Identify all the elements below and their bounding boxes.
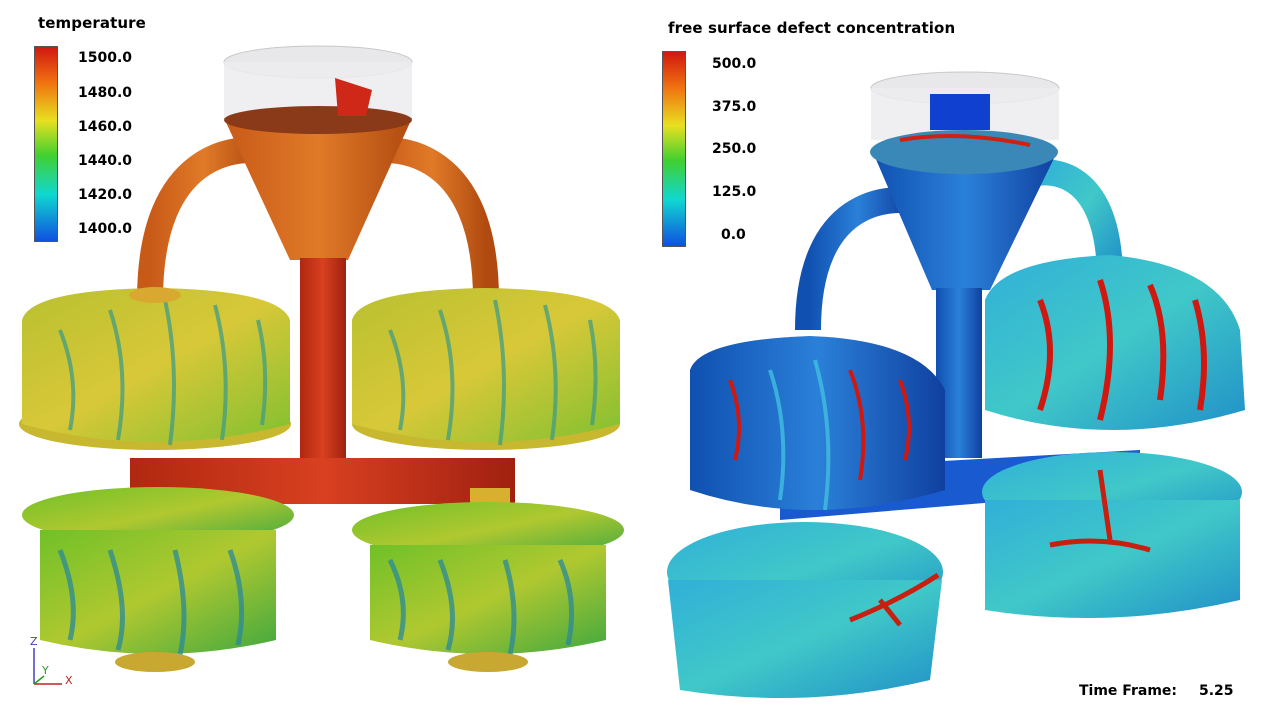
simulation-viewport[interactable] [0,0,1280,720]
axis-y-label: Y [42,664,49,677]
time-frame-value: 5.25 [1199,683,1234,699]
axis-x-label: X [65,674,73,687]
temperature-casting-model [19,45,624,672]
time-frame-label: Time Frame: [1079,683,1178,699]
defect-casting-model [667,71,1245,698]
axis-z-label: Z [30,635,38,648]
